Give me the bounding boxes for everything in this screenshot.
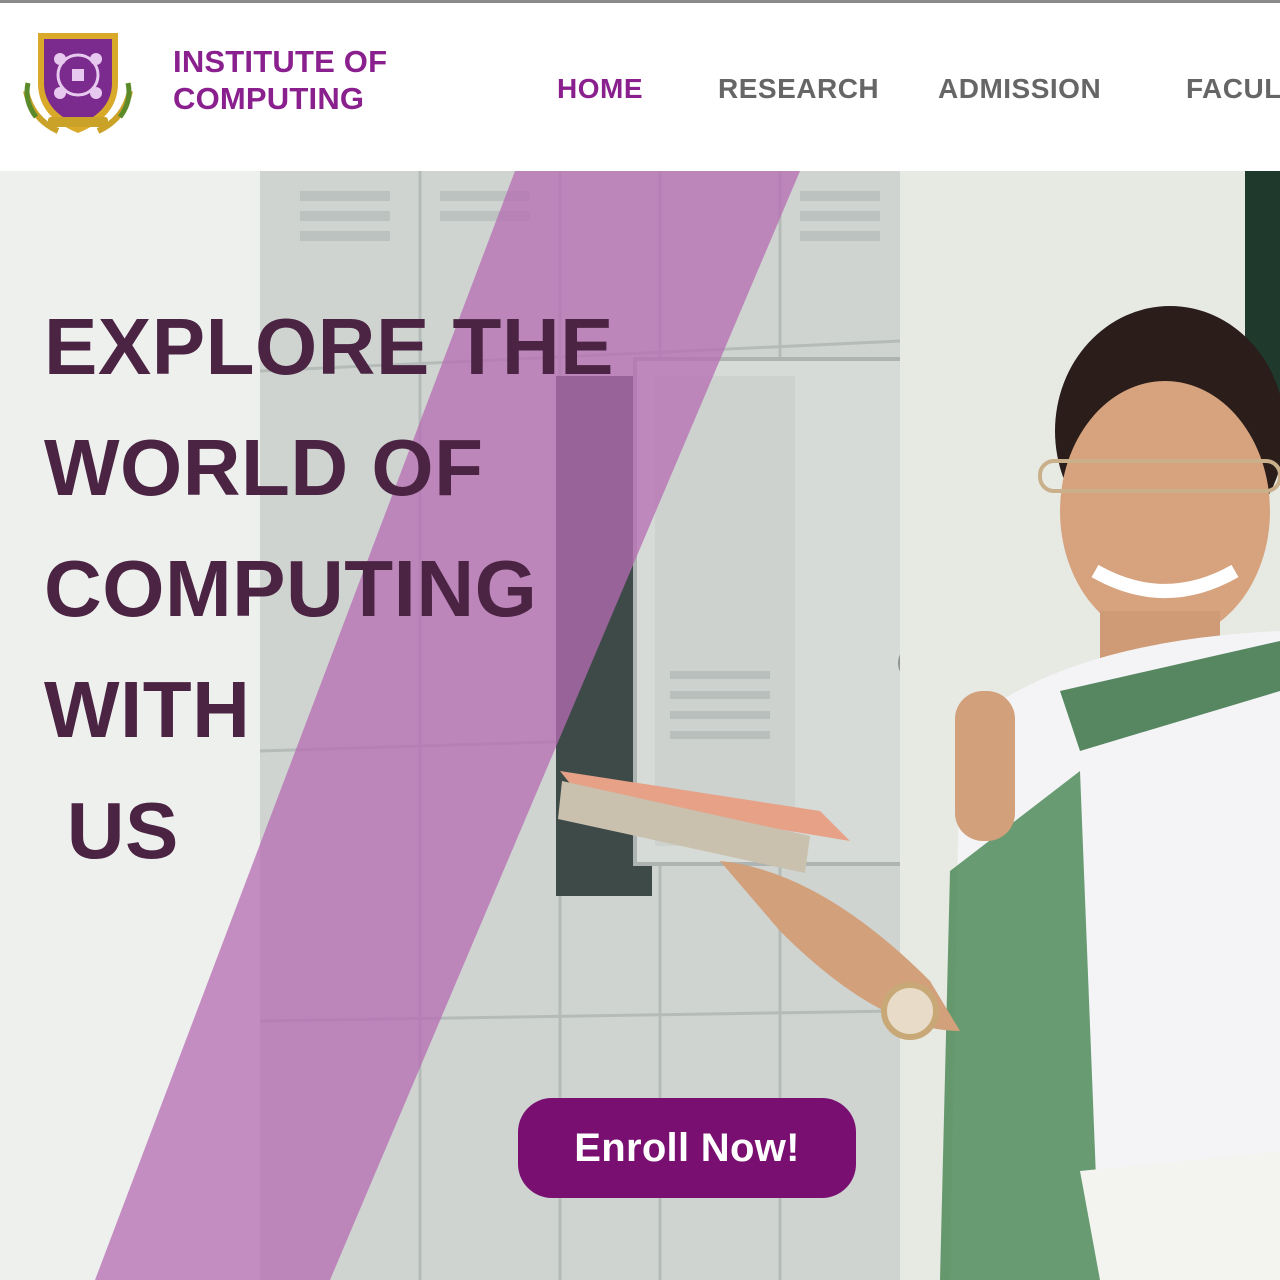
- site-header: INSTITUTE OF COMPUTING HOME RESEARCH ADM…: [0, 3, 1280, 171]
- nav-admission[interactable]: ADMISSION: [938, 73, 1101, 105]
- headline-line-2: WORLD OF: [44, 423, 484, 512]
- enroll-now-button[interactable]: Enroll Now!: [518, 1098, 856, 1198]
- main-nav: HOME RESEARCH ADMISSION FACULT: [0, 73, 1280, 113]
- page: INSTITUTE OF COMPUTING HOME RESEARCH ADM…: [0, 0, 1280, 1280]
- hero-headline: EXPLORE THE WORLD OF COMPUTING WITH US: [44, 286, 614, 891]
- headline-line-1: EXPLORE THE: [44, 302, 615, 391]
- headline-line-4: WITH: [44, 665, 251, 754]
- nav-home[interactable]: HOME: [557, 73, 643, 105]
- headline-line-5: US: [44, 786, 179, 875]
- headline-line-3: COMPUTING: [44, 544, 538, 633]
- nav-faculty[interactable]: FACULT: [1186, 73, 1280, 105]
- hero-section: EXPLORE THE WORLD OF COMPUTING WITH US E…: [0, 171, 1280, 1280]
- nav-research[interactable]: RESEARCH: [718, 73, 879, 105]
